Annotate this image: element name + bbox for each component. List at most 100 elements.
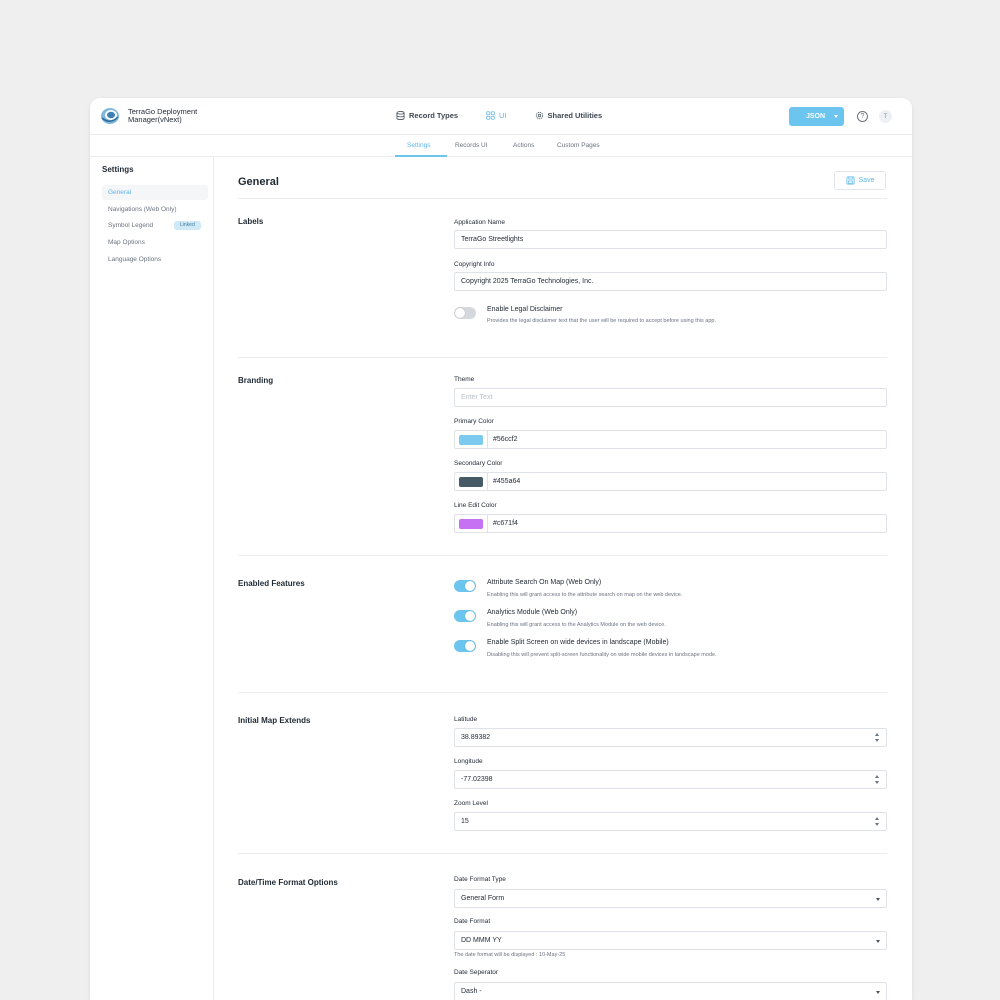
longitude-label: Longitude (454, 758, 483, 765)
legal-disclaimer-title: Enable Legal Disclaimer (487, 306, 563, 313)
divider (238, 357, 887, 358)
tab-settings[interactable]: Settings (407, 142, 431, 149)
nav-ui-label: UI (499, 111, 507, 120)
nav-shared-utilities[interactable]: Shared Utilities (535, 111, 603, 120)
attribute-search-toggle[interactable] (454, 580, 476, 592)
date-format-label: Date Format (454, 918, 491, 925)
page-title: General (238, 176, 279, 188)
latitude-label: Latitude (454, 716, 478, 723)
copyright-info-label: Copyright Info (454, 261, 495, 268)
toggle-knob (465, 611, 475, 621)
section-title-datetime: Date/Time Format Options (238, 878, 338, 887)
date-format-type-label: Date Format Type (454, 876, 506, 883)
chevron-down-icon (876, 991, 880, 994)
application-name-field[interactable]: TerraGo Streetlights (454, 230, 887, 249)
sidebar-item-language-options[interactable]: Language Options (102, 252, 208, 267)
date-format-select[interactable]: DD MMM YY (454, 931, 887, 950)
application-name-label: Application Name (454, 219, 505, 226)
color-swatch-wrap[interactable] (455, 473, 488, 490)
linked-badge: Linked (174, 221, 201, 230)
line-edit-color-swatch (459, 518, 483, 529)
tab-actions[interactable]: Actions (513, 142, 534, 149)
json-dropdown-button[interactable]: JSON (789, 107, 844, 126)
chevron-down-icon (876, 898, 880, 901)
terrago-logo-icon (101, 108, 119, 124)
theme-label: Theme (454, 376, 475, 383)
sidebar-item-map-options[interactable]: Map Options (102, 235, 208, 250)
latitude-field[interactable]: 38.89382 (454, 728, 887, 747)
date-format-type-value: General Form (461, 895, 505, 902)
analytics-module-desc: Enabling this will grant access to the A… (487, 622, 666, 628)
secondary-color-swatch (459, 476, 483, 487)
app-name: TerraGo Deployment Manager(vNext) (128, 107, 198, 124)
date-format-type-select[interactable]: General Form (454, 889, 887, 908)
nav-record-types[interactable]: Record Types (396, 111, 458, 120)
section-title-labels: Labels (238, 217, 264, 226)
secondary-color-value: #455a64 (493, 478, 521, 485)
primary-color-value: #56ccf2 (493, 436, 518, 443)
date-format-value: DD MMM YY (461, 937, 502, 944)
sidebar-item-symbol-legend[interactable]: Symbol Legend Linked (102, 218, 208, 233)
latitude-value: 38.89382 (461, 734, 491, 741)
nav-ui[interactable]: UI (486, 111, 507, 120)
section-title-map-extends: Initial Map Extends (238, 716, 311, 725)
longitude-value: -77.02398 (461, 776, 493, 783)
section-title-branding: Branding (238, 376, 274, 385)
sidebar-item-label: Map Options (108, 239, 145, 246)
sidebar-item-general[interactable]: General (102, 185, 208, 200)
toggle-knob (465, 581, 475, 591)
line-edit-color-field[interactable]: #c671f4 (454, 514, 887, 533)
analytics-module-toggle[interactable] (454, 610, 476, 622)
zoom-level-field[interactable]: 15 (454, 812, 887, 831)
toggle-knob (465, 641, 475, 651)
number-stepper-icon[interactable] (875, 775, 880, 784)
color-swatch-wrap[interactable] (455, 515, 488, 532)
sidebar-item-navigations[interactable]: Navigations (Web Only) (102, 202, 208, 217)
save-button[interactable]: Save (834, 171, 886, 190)
primary-color-label: Primary Color (454, 418, 494, 425)
toggle-knob (455, 308, 465, 318)
divider (238, 692, 887, 693)
main-content: General Save Labels Application Name Ter… (214, 157, 912, 1000)
color-swatch-wrap[interactable] (455, 431, 488, 448)
nav-record-types-label: Record Types (409, 111, 459, 120)
save-icon (846, 176, 855, 185)
theme-field[interactable]: Enter Text (454, 388, 887, 407)
gear-icon (535, 111, 543, 120)
save-button-label: Save (858, 177, 875, 184)
divider (238, 555, 887, 556)
secondary-color-label: Secondary Color (454, 460, 503, 467)
app-window: TerraGo Deployment Manager(vNext) Record… (90, 98, 912, 1000)
longitude-field[interactable]: -77.02398 (454, 770, 887, 789)
ui-icon (486, 111, 495, 120)
avatar[interactable]: T (879, 110, 892, 123)
primary-color-field[interactable]: #56ccf2 (454, 430, 887, 449)
tab-custom-pages[interactable]: Custom Pages (557, 142, 600, 149)
json-button-label: JSON (806, 113, 826, 120)
sidebar-title: Settings (102, 165, 134, 174)
secondary-color-field[interactable]: #455a64 (454, 472, 887, 491)
legal-disclaimer-toggle[interactable] (454, 307, 476, 319)
help-icon[interactable]: ? (857, 111, 868, 122)
top-bar: TerraGo Deployment Manager(vNext) Record… (90, 98, 912, 135)
divider (238, 853, 887, 854)
nav-shared-utilities-label: Shared Utilities (547, 111, 603, 120)
date-separator-value: Dash - (461, 988, 482, 995)
analytics-module-title: Analytics Module (Web Only) (487, 609, 578, 616)
sidebar: Settings General Navigations (Web Only) … (90, 157, 214, 1000)
tab-records-ui[interactable]: Records UI (455, 142, 488, 149)
number-stepper-icon[interactable] (875, 733, 880, 742)
chevron-down-icon (876, 940, 880, 943)
date-separator-select[interactable]: Dash - (454, 982, 887, 1000)
attribute-search-desc: Enabling this will grant access to the a… (487, 592, 683, 598)
line-edit-color-value: #c671f4 (493, 520, 518, 527)
copyright-info-field[interactable]: Copyright 2025 TerraGo Technologies, Inc… (454, 272, 887, 291)
chevron-down-icon (834, 115, 838, 118)
split-screen-toggle[interactable] (454, 640, 476, 652)
sidebar-item-label: Symbol Legend (108, 222, 154, 229)
divider (238, 198, 887, 199)
number-stepper-icon[interactable] (875, 817, 880, 826)
attribute-search-title: Attribute Search On Map (Web Only) (487, 579, 602, 586)
date-separator-label: Date Seperator (454, 969, 499, 976)
sub-tabs: Settings Records UI Actions Custom Pages (90, 135, 912, 157)
